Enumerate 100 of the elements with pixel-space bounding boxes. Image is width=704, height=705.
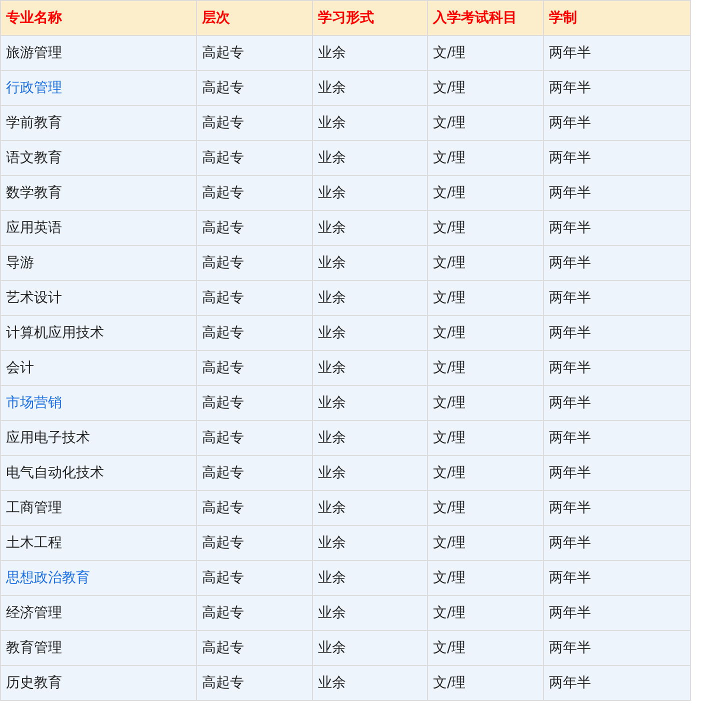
table-cell: 文/理 xyxy=(428,106,544,140)
table-cell: 教育管理 xyxy=(0,630,196,666)
table-cell: 应用英语 xyxy=(0,210,196,246)
table-cell: 历史教育 xyxy=(0,666,196,700)
major-link[interactable]: 思想政治教育 xyxy=(6,570,90,586)
table-cell: 两年半 xyxy=(544,350,690,386)
table-cell: 高起专 xyxy=(196,386,312,420)
table-cell: 计算机应用技术 xyxy=(0,316,196,350)
table-cell: 业余 xyxy=(312,316,428,350)
table-cell: 业余 xyxy=(312,490,428,526)
table-cell: 业余 xyxy=(312,106,428,140)
table-cell: 经济管理 xyxy=(0,596,196,630)
table-cell: 业余 xyxy=(312,420,428,456)
table-cell: 旅游管理 xyxy=(0,36,196,70)
table-cell: 文/理 xyxy=(428,350,544,386)
table-cell: 两年半 xyxy=(544,176,690,210)
table-cell: 应用电子技术 xyxy=(0,420,196,456)
table-cell: 工商管理 xyxy=(0,490,196,526)
table-cell: 艺术设计 xyxy=(0,280,196,316)
table-cell: 高起专 xyxy=(196,140,312,176)
table-cell: 两年半 xyxy=(544,630,690,666)
table-cell: 两年半 xyxy=(544,36,690,70)
table-cell: 高起专 xyxy=(196,70,312,106)
table-cell: 学前教育 xyxy=(0,106,196,140)
table-cell: 高起专 xyxy=(196,560,312,596)
table-cell: 文/理 xyxy=(428,666,544,700)
table-cell: 业余 xyxy=(312,596,428,630)
table-cell: 两年半 xyxy=(544,316,690,350)
table-cell: 文/理 xyxy=(428,176,544,210)
table-cell: 导游 xyxy=(0,246,196,280)
table-cell: 高起专 xyxy=(196,210,312,246)
table-cell: 高起专 xyxy=(196,420,312,456)
table-cell: 业余 xyxy=(312,210,428,246)
table-cell: 文/理 xyxy=(428,316,544,350)
table-cell: 两年半 xyxy=(544,456,690,490)
table-cell: 业余 xyxy=(312,560,428,596)
table-cell: 两年半 xyxy=(544,210,690,246)
table-cell: 高起专 xyxy=(196,36,312,70)
table-cell: 语文教育 xyxy=(0,140,196,176)
column-header: 学制 xyxy=(544,0,690,36)
table-cell: 文/理 xyxy=(428,140,544,176)
table-cell: 文/理 xyxy=(428,630,544,666)
table-cell: 文/理 xyxy=(428,596,544,630)
table-cell: 两年半 xyxy=(544,280,690,316)
table-cell: 电气自动化技术 xyxy=(0,456,196,490)
table-cell: 高起专 xyxy=(196,630,312,666)
table-cell: 两年半 xyxy=(544,666,690,700)
table-cell: 文/理 xyxy=(428,36,544,70)
table-cell: 高起专 xyxy=(196,666,312,700)
table-cell: 两年半 xyxy=(544,386,690,420)
major-link[interactable]: 行政管理 xyxy=(6,80,62,96)
table-cell: 业余 xyxy=(312,36,428,70)
table-cell: 两年半 xyxy=(544,526,690,560)
column-header: 专业名称 xyxy=(0,0,196,36)
table-cell: 土木工程 xyxy=(0,526,196,560)
column-header: 层次 xyxy=(196,0,312,36)
table-cell: 数学教育 xyxy=(0,176,196,210)
table-cell: 文/理 xyxy=(428,456,544,490)
table-cell: 业余 xyxy=(312,630,428,666)
table-cell: 文/理 xyxy=(428,490,544,526)
table-cell: 业余 xyxy=(312,246,428,280)
table-cell: 文/理 xyxy=(428,420,544,456)
table-cell: 高起专 xyxy=(196,490,312,526)
table-cell: 业余 xyxy=(312,456,428,490)
table-cell: 文/理 xyxy=(428,280,544,316)
table-cell: 业余 xyxy=(312,350,428,386)
table-cell: 两年半 xyxy=(544,420,690,456)
major-link[interactable]: 市场营销 xyxy=(6,395,62,411)
table-cell: 业余 xyxy=(312,386,428,420)
table-cell: 两年半 xyxy=(544,560,690,596)
table-cell: 业余 xyxy=(312,176,428,210)
table-cell: 文/理 xyxy=(428,210,544,246)
column-header: 学习形式 xyxy=(312,0,428,36)
table-cell: 两年半 xyxy=(544,246,690,280)
table-cell: 业余 xyxy=(312,140,428,176)
table-cell: 高起专 xyxy=(196,246,312,280)
table-cell: 高起专 xyxy=(196,280,312,316)
table-cell: 两年半 xyxy=(544,106,690,140)
table-cell: 高起专 xyxy=(196,350,312,386)
table-cell: 文/理 xyxy=(428,246,544,280)
table-cell: 文/理 xyxy=(428,70,544,106)
table-cell: 两年半 xyxy=(544,596,690,630)
table-cell: 高起专 xyxy=(196,106,312,140)
table-cell: 业余 xyxy=(312,526,428,560)
table-cell: 业余 xyxy=(312,70,428,106)
table-cell: 高起专 xyxy=(196,316,312,350)
table-cell: 高起专 xyxy=(196,526,312,560)
table-cell: 两年半 xyxy=(544,70,690,106)
table-cell: 业余 xyxy=(312,280,428,316)
table-cell: 两年半 xyxy=(544,140,690,176)
table-cell: 高起专 xyxy=(196,456,312,490)
column-header: 入学考试科目 xyxy=(428,0,544,36)
table-cell: 文/理 xyxy=(428,386,544,420)
table-cell: 两年半 xyxy=(544,490,690,526)
table-cell: 会计 xyxy=(0,350,196,386)
table-cell: 文/理 xyxy=(428,560,544,596)
table-cell: 高起专 xyxy=(196,176,312,210)
table-cell: 文/理 xyxy=(428,526,544,560)
table-cell: 业余 xyxy=(312,666,428,700)
table-cell: 高起专 xyxy=(196,596,312,630)
